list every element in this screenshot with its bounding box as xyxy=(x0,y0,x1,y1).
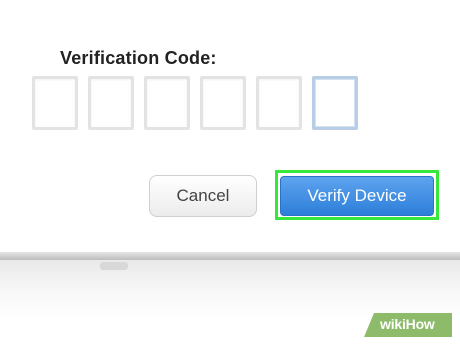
code-digit-1[interactable] xyxy=(32,76,78,130)
wikihow-watermark: wikiHow xyxy=(364,313,452,337)
code-digit-2[interactable] xyxy=(88,76,134,130)
watermark-text: wikiHow xyxy=(380,316,435,332)
code-digit-3[interactable] xyxy=(144,76,190,130)
cancel-button[interactable]: Cancel xyxy=(149,175,257,217)
verification-code-label: Verification Code: xyxy=(60,48,217,68)
verification-dialog: Verification Code: Cancel Verify Device xyxy=(0,0,460,252)
scroll-handle[interactable] xyxy=(100,262,128,270)
verify-device-button[interactable]: Verify Device xyxy=(280,176,434,216)
dialog-bottom-edge xyxy=(0,252,460,260)
verification-code-inputs xyxy=(32,76,358,130)
code-digit-4[interactable] xyxy=(200,76,246,130)
code-digit-5[interactable] xyxy=(256,76,302,130)
code-digit-6[interactable] xyxy=(312,76,358,130)
screen: Verification Code: Cancel Verify Device … xyxy=(0,0,460,345)
